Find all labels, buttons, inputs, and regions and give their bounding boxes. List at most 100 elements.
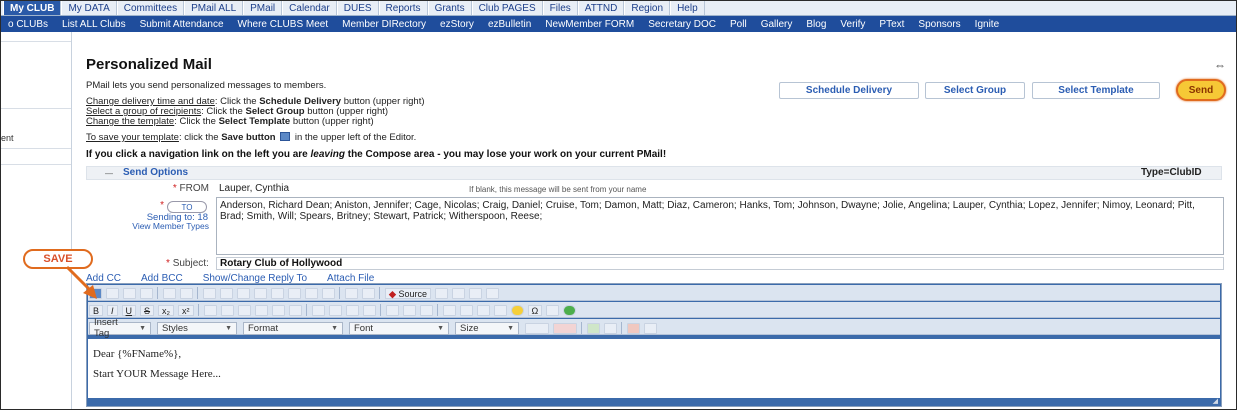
bulleted-list-icon[interactable] [220, 304, 234, 316]
resize-handle-icon[interactable]: ◢ [1213, 397, 1218, 405]
nav-tab-my-data[interactable]: My DATA [61, 1, 117, 15]
size-dropdown[interactable]: Size ▼ [455, 321, 519, 335]
redo-icon[interactable] [322, 287, 335, 299]
spellcheck-icon[interactable] [140, 287, 153, 299]
bold-icon[interactable]: B [89, 304, 104, 316]
nav-tab-reports[interactable]: Reports [378, 1, 428, 15]
image-insert-icon[interactable] [442, 304, 456, 316]
subnav-link-verify[interactable]: Verify [833, 19, 872, 30]
help-link-template[interactable]: Change the template [86, 116, 174, 127]
image-icon[interactable] [288, 287, 301, 299]
source-button[interactable]: ◆ Source [385, 287, 431, 299]
subnav-link-submit-attendance[interactable]: Submit Attendance [133, 19, 231, 30]
align-center-icon[interactable] [328, 304, 342, 316]
anchor-icon[interactable] [419, 304, 433, 316]
subnav-link-gallery[interactable]: Gallery [754, 19, 800, 30]
subnav-link-ptext[interactable]: PText [872, 19, 911, 30]
table-icon[interactable] [476, 304, 490, 316]
text-color-icon[interactable] [525, 322, 549, 334]
subnav-link-where-clubs-meet[interactable]: Where CLUBS Meet [231, 19, 336, 30]
nav-tab-calendar[interactable]: Calendar [282, 1, 337, 15]
font-dropdown[interactable]: Font ▼ [349, 321, 449, 335]
select-template-button[interactable]: Select Template [1032, 82, 1160, 99]
page-break-icon[interactable] [546, 304, 560, 316]
send-options-title[interactable]: Send Options [123, 167, 188, 178]
undo-arrow-icon[interactable] [468, 287, 482, 299]
subnav-link-ignite[interactable]: Ignite [968, 19, 1006, 30]
sidebar-item[interactable]: ent [1, 133, 14, 143]
div-icon[interactable] [288, 304, 302, 316]
print-icon[interactable] [123, 287, 136, 299]
nav-tab-attnd[interactable]: ATTND [577, 1, 625, 15]
globe-icon[interactable] [563, 304, 577, 316]
nav-tab-club-pages[interactable]: Club PAGES [471, 1, 543, 15]
background-color-icon[interactable] [553, 322, 577, 334]
numbered-list-icon[interactable] [203, 304, 217, 316]
superscript-icon[interactable]: x² [178, 304, 194, 316]
nav-tab-grants[interactable]: Grants [427, 1, 472, 15]
nav-tab-my-club[interactable]: My CLUB [3, 1, 62, 15]
insert-tag-dropdown[interactable]: Insert Tag ▼ [89, 317, 151, 339]
nav-tab-committees[interactable]: Committees [116, 1, 185, 15]
template-icon[interactable] [627, 322, 640, 334]
italic-style-icon[interactable] [451, 287, 465, 299]
justify-icon[interactable] [362, 304, 376, 316]
subnav-link-poll[interactable]: Poll [723, 19, 754, 30]
expand-arrows-icon[interactable]: ⇔ [1214, 58, 1226, 72]
maximize-icon[interactable] [362, 287, 375, 299]
schedule-delivery-button[interactable]: Schedule Delivery [779, 82, 919, 99]
paste-icon[interactable] [237, 287, 250, 299]
subscript-icon[interactable]: x₂ [158, 304, 175, 316]
special-char-icon[interactable]: Ω [527, 304, 543, 316]
select-group-button[interactable]: Select Group [925, 82, 1025, 99]
horizontal-rule-icon[interactable] [493, 304, 507, 316]
align-left-icon[interactable] [311, 304, 325, 316]
align-right-icon[interactable] [345, 304, 359, 316]
blockquote-icon[interactable] [271, 304, 285, 316]
editor-content[interactable]: Dear {%FName%}, Start YOUR Message Here.… [88, 339, 1220, 398]
view-member-types-link[interactable]: View Member Types [109, 221, 209, 231]
replace-icon[interactable] [220, 287, 233, 299]
subnav-link-sponsors[interactable]: Sponsors [911, 19, 967, 30]
unlink-icon[interactable] [402, 304, 416, 316]
underline-icon[interactable]: U [121, 304, 137, 316]
undo-icon[interactable] [305, 287, 318, 299]
subnav-link-ezbulletin[interactable]: ezBulletin [481, 19, 538, 30]
smiley-icon[interactable] [510, 304, 524, 316]
fullscreen-icon[interactable] [587, 322, 600, 334]
nav-tab-pmail[interactable]: PMail [243, 1, 283, 15]
subnav-link-member-directory[interactable]: Member DIRectory [335, 19, 433, 30]
link-icon[interactable] [385, 304, 399, 316]
nav-tab-pmail-all[interactable]: PMail ALL [184, 1, 244, 15]
document-icon[interactable] [644, 322, 657, 334]
subnav-link-newmember-form[interactable]: NewMember FORM [538, 19, 641, 30]
italic-icon[interactable]: I [107, 304, 118, 316]
subnav-link-list-all-clubs[interactable]: List ALL Clubs [55, 19, 133, 30]
from-value[interactable]: Lauper, Cynthia [219, 183, 289, 194]
paste-text-icon[interactable] [254, 287, 267, 299]
copy-icon[interactable] [180, 287, 193, 299]
recipients-field[interactable]: Anderson, Richard Dean; Aniston, Jennife… [216, 197, 1224, 255]
paste-word-icon[interactable] [271, 287, 284, 299]
flash-icon[interactable] [459, 304, 473, 316]
send-button[interactable]: Send [1176, 79, 1226, 101]
subnav-link-blog[interactable]: Blog [799, 19, 833, 30]
show-blocks-icon[interactable] [604, 322, 617, 334]
nav-tab-files[interactable]: Files [542, 1, 578, 15]
cut-icon[interactable] [163, 287, 176, 299]
nav-tab-region[interactable]: Region [624, 1, 671, 15]
bold-style-icon[interactable] [434, 287, 448, 299]
find-icon[interactable] [203, 287, 216, 299]
redo-arrow-icon[interactable] [485, 287, 499, 299]
format-dropdown[interactable]: Format ▼ [243, 321, 343, 335]
new-page-icon[interactable] [106, 287, 119, 299]
outdent-icon[interactable] [237, 304, 251, 316]
subject-input[interactable]: Rotary Club of Hollywood [216, 257, 1224, 270]
collapse-icon[interactable]: — [105, 169, 113, 178]
indent-icon[interactable] [254, 304, 268, 316]
strikethrough-icon[interactable]: S [140, 304, 155, 316]
styles-dropdown[interactable]: Styles ▼ [157, 321, 237, 335]
subnav-link-o-clubs[interactable]: o CLUBs [1, 19, 55, 30]
subnav-link-ezstory[interactable]: ezStory [433, 19, 481, 30]
save-tip-link[interactable]: To save your template [86, 132, 179, 143]
